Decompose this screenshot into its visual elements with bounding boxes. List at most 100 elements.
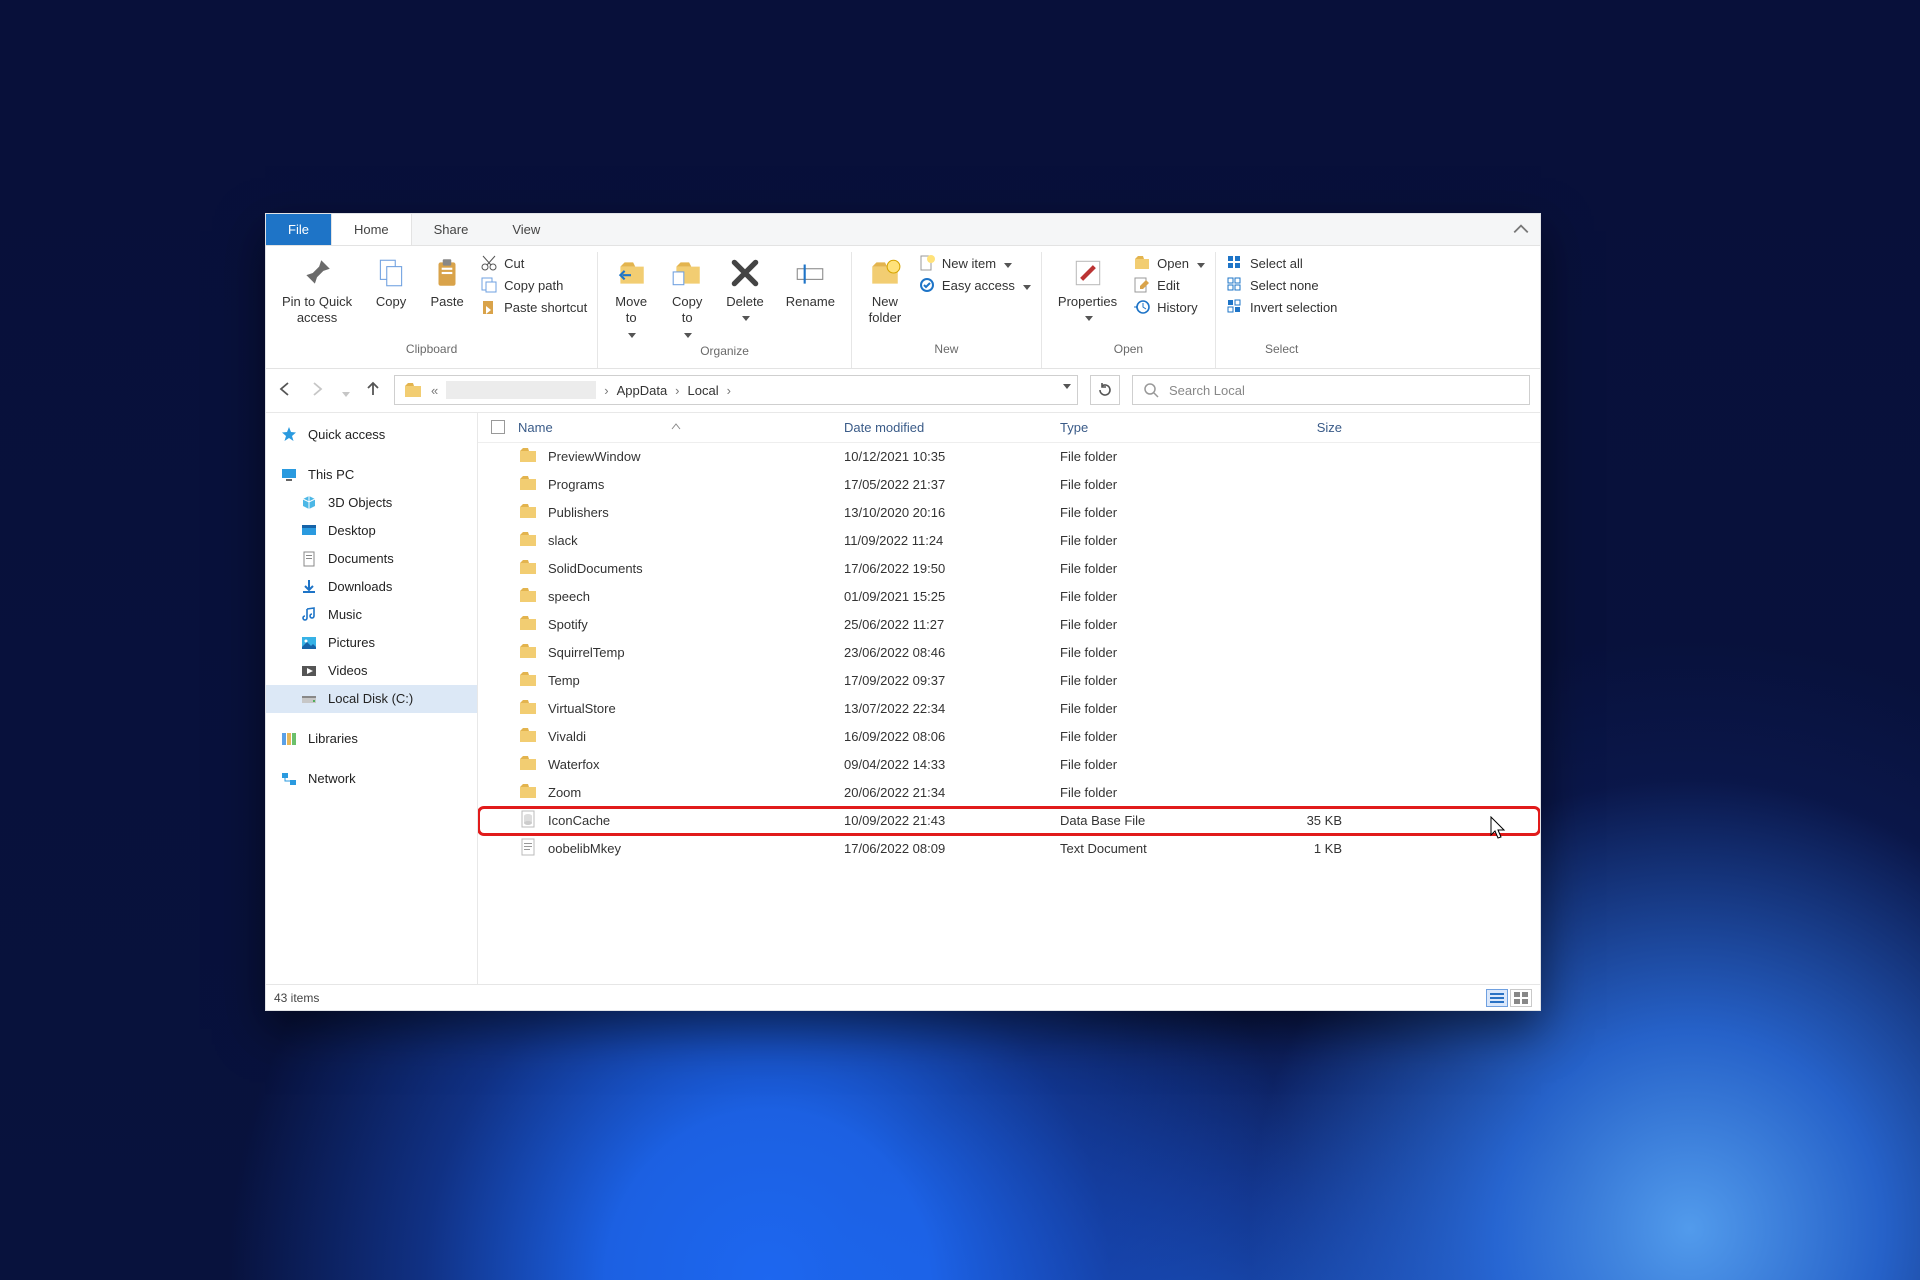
file-row[interactable]: IconCache10/09/2022 21:43Data Base File3… (478, 807, 1540, 835)
collapse-ribbon-button[interactable] (1512, 220, 1530, 238)
crumb-local[interactable]: Local (688, 383, 719, 398)
sidebar-pictures[interactable]: Pictures (266, 629, 477, 657)
txt-icon (518, 837, 538, 860)
copy-icon (374, 256, 408, 290)
cube-icon (300, 494, 318, 512)
select-none-button[interactable]: Select none (1226, 276, 1337, 294)
forward-button[interactable] (308, 380, 326, 401)
sidebar-documents[interactable]: Documents (266, 545, 477, 573)
column-size[interactable]: Size (1240, 420, 1360, 435)
delete-icon (728, 256, 762, 290)
file-row[interactable]: Zoom20/06/2022 21:34File folder (478, 779, 1540, 807)
file-type: File folder (1060, 673, 1240, 688)
tab-home[interactable]: Home (331, 214, 412, 245)
file-date: 17/09/2022 09:37 (844, 673, 1060, 688)
paste-button[interactable]: Paste (424, 252, 470, 314)
edit-button[interactable]: Edit (1133, 276, 1205, 294)
sidebar-this-pc[interactable]: This PC (266, 461, 477, 489)
file-type: File folder (1060, 505, 1240, 520)
address-dropdown-button[interactable] (1063, 384, 1071, 389)
file-row[interactable]: SquirrelTemp23/06/2022 08:46File folder (478, 639, 1540, 667)
back-button[interactable] (276, 380, 294, 401)
sidebar-music[interactable]: Music (266, 601, 477, 629)
file-row[interactable]: Waterfox09/04/2022 14:33File folder (478, 751, 1540, 779)
file-row[interactable]: PreviewWindow10/12/2021 10:35File folder (478, 443, 1540, 471)
chevron-right-icon[interactable]: › (604, 383, 608, 398)
rename-button[interactable]: Rename (780, 252, 841, 314)
tab-file[interactable]: File (266, 214, 331, 245)
sidebar-videos[interactable]: Videos (266, 657, 477, 685)
search-input[interactable]: Search Local (1132, 375, 1530, 405)
refresh-button[interactable] (1090, 375, 1120, 405)
thumbnails-view-button[interactable] (1510, 989, 1532, 1007)
breadcrumb-path[interactable]: « › AppData › Local › (394, 375, 1078, 405)
open-button[interactable]: Open (1133, 254, 1205, 272)
select-all-icon (1226, 254, 1244, 272)
folder-icon (518, 557, 538, 580)
sidebar-downloads[interactable]: Downloads (266, 573, 477, 601)
sidebar-libraries[interactable]: Libraries (266, 725, 477, 753)
recent-locations-button[interactable] (340, 383, 350, 398)
chevron-right-icon[interactable]: › (675, 383, 679, 398)
history-icon (1133, 298, 1151, 316)
file-date: 23/06/2022 08:46 (844, 645, 1060, 660)
file-row[interactable]: SolidDocuments17/06/2022 19:50File folde… (478, 555, 1540, 583)
new-folder-button[interactable]: New folder (862, 252, 908, 331)
file-date: 09/04/2022 14:33 (844, 757, 1060, 772)
details-view-button[interactable] (1486, 989, 1508, 1007)
file-name: oobelibMkey (548, 841, 621, 856)
group-label-organize: Organize (608, 340, 841, 364)
open-icon (1133, 254, 1151, 272)
paste-shortcut-button[interactable]: Paste shortcut (480, 298, 587, 316)
column-date[interactable]: Date modified (844, 420, 1060, 435)
select-all-checkbox[interactable] (478, 420, 518, 434)
invert-selection-button[interactable]: Invert selection (1226, 298, 1337, 316)
file-name: Waterfox (548, 757, 600, 772)
history-button[interactable]: History (1133, 298, 1205, 316)
file-list-pane: Name Date modified Type Size PreviewWind… (478, 413, 1540, 985)
crumb-appdata[interactable]: AppData (617, 383, 668, 398)
file-row[interactable]: Publishers13/10/2020 20:16File folder (478, 499, 1540, 527)
file-name: SolidDocuments (548, 561, 643, 576)
sidebar-desktop[interactable]: Desktop (266, 517, 477, 545)
file-row[interactable]: Temp17/09/2022 09:37File folder (478, 667, 1540, 695)
file-date: 17/06/2022 08:09 (844, 841, 1060, 856)
properties-button[interactable]: Properties (1052, 252, 1123, 323)
file-row[interactable]: VirtualStore13/07/2022 22:34File folder (478, 695, 1540, 723)
copy-path-button[interactable]: Copy path (480, 276, 587, 294)
copy-button[interactable]: Copy (368, 252, 414, 314)
copy-to-button[interactable]: Copy to (664, 252, 710, 340)
column-name[interactable]: Name (518, 420, 844, 435)
address-bar: « › AppData › Local › Search Local (266, 369, 1540, 413)
cut-button[interactable]: Cut (480, 254, 587, 272)
select-all-button[interactable]: Select all (1226, 254, 1337, 272)
sidebar-3d-objects[interactable]: 3D Objects (266, 489, 477, 517)
invert-selection-icon (1226, 298, 1244, 316)
pictures-icon (300, 634, 318, 652)
column-type[interactable]: Type (1060, 420, 1240, 435)
file-type: Text Document (1060, 841, 1240, 856)
file-row[interactable]: oobelibMkey 17/06/2022 08:09Text Document… (478, 835, 1540, 863)
document-icon (300, 550, 318, 568)
up-button[interactable] (364, 380, 382, 401)
sidebar-local-disk[interactable]: Local Disk (C:) (266, 685, 477, 713)
file-row[interactable]: Vivaldi16/09/2022 08:06File folder (478, 723, 1540, 751)
file-row[interactable]: Programs17/05/2022 21:37File folder (478, 471, 1540, 499)
pin-quick-access-button[interactable]: Pin to Quick access (276, 252, 358, 331)
file-row[interactable]: slack11/09/2022 11:24File folder (478, 527, 1540, 555)
move-to-button[interactable]: Move to (608, 252, 654, 340)
easy-access-button[interactable]: Easy access (918, 276, 1031, 294)
file-type: File folder (1060, 561, 1240, 576)
chevron-right-icon[interactable]: › (727, 383, 731, 398)
file-row[interactable]: Spotify25/06/2022 11:27File folder (478, 611, 1540, 639)
monitor-icon (280, 466, 298, 484)
file-row[interactable]: speech01/09/2021 15:25File folder (478, 583, 1540, 611)
delete-button[interactable]: Delete (720, 252, 770, 323)
tab-share[interactable]: Share (412, 214, 491, 245)
sidebar-quick-access[interactable]: Quick access (266, 421, 477, 449)
file-type: File folder (1060, 533, 1240, 548)
folder-icon (518, 585, 538, 608)
sidebar-network[interactable]: Network (266, 765, 477, 793)
new-item-button[interactable]: New item (918, 254, 1031, 272)
tab-view[interactable]: View (490, 214, 562, 245)
